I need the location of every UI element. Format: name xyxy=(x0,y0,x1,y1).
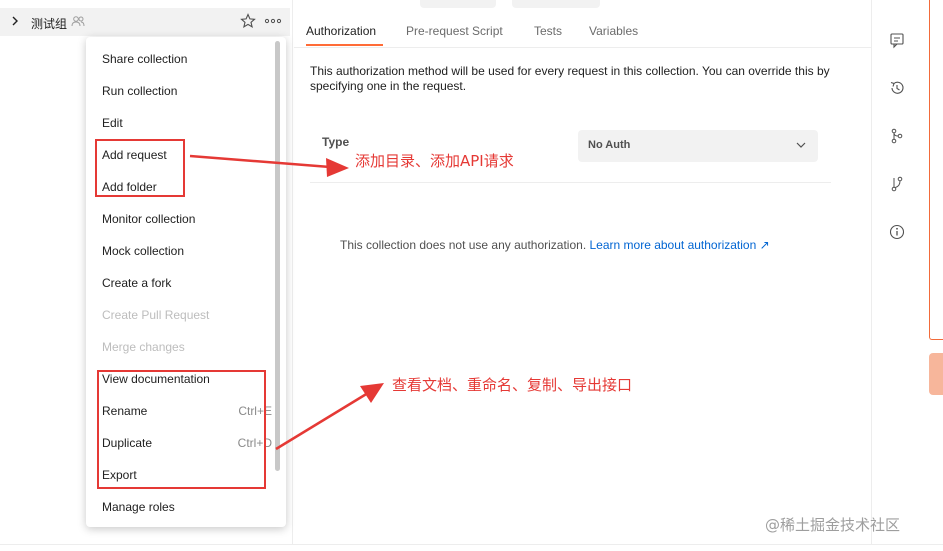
menu-item-mock-collection[interactable]: Mock collection xyxy=(102,241,262,261)
chevron-down-icon xyxy=(796,142,806,148)
menu-item-edit[interactable]: Edit xyxy=(102,113,262,133)
menu-scrollbar[interactable] xyxy=(275,41,280,471)
comment-icon[interactable] xyxy=(888,31,906,49)
no-auth-text: This collection does not use any authori… xyxy=(340,238,587,252)
menu-item-manage-roles[interactable]: Manage roles xyxy=(102,497,262,517)
no-auth-message: This collection does not use any authori… xyxy=(340,238,770,252)
arrow-head-add xyxy=(326,158,349,177)
auth-type-select[interactable]: No Auth xyxy=(578,130,818,162)
menu-item-create-pull-request: Create Pull Request xyxy=(102,308,210,322)
more-horizontal-icon[interactable] xyxy=(264,13,282,29)
menu-item-monitor-collection[interactable]: Monitor collection xyxy=(102,209,262,229)
chevron-right-icon[interactable] xyxy=(9,14,21,28)
annotation-add: 添加目录、添加API请求 xyxy=(355,152,514,170)
highlight-box-add xyxy=(95,139,185,197)
menu-item-merge-changes: Merge changes xyxy=(102,340,185,354)
type-divider xyxy=(310,182,831,183)
right-sidebar xyxy=(871,0,943,551)
annotation-docs: 查看文档、重命名、复制、导出接口 xyxy=(392,376,633,394)
menu-item-run-collection[interactable]: Run collection xyxy=(102,81,262,101)
star-icon[interactable] xyxy=(240,13,256,29)
highlight-box-docs xyxy=(97,370,266,489)
type-label: Type xyxy=(322,135,350,149)
collection-name: 测试组 xyxy=(31,17,68,31)
bottom-status-bar xyxy=(0,544,943,551)
auth-description: This authorization method will be used f… xyxy=(310,64,830,93)
pull-request-icon[interactable] xyxy=(888,175,906,193)
collection-row[interactable]: 测试组 xyxy=(0,8,290,36)
auth-type-value: No Auth xyxy=(588,139,631,151)
tab-variables[interactable]: Variables xyxy=(589,24,638,38)
learn-more-link[interactable]: Learn more about authorization ↗ xyxy=(590,238,770,252)
tab-authorization[interactable]: Authorization xyxy=(306,24,376,38)
menu-item-create-fork[interactable]: Create a fork xyxy=(102,273,262,293)
arrow-head-docs xyxy=(360,383,384,403)
tabs-divider xyxy=(294,47,871,48)
right-panel-edge xyxy=(929,0,943,340)
people-icon xyxy=(71,16,85,27)
watermark: @稀土掘金技术社区 xyxy=(765,516,901,534)
menu-item-share-collection[interactable]: Share collection xyxy=(102,49,262,69)
tab-pre-request-script[interactable]: Pre-request Script xyxy=(406,24,503,38)
history-icon[interactable] xyxy=(888,79,906,97)
right-panel-button[interactable] xyxy=(929,353,943,395)
tab-strip-ghost xyxy=(420,0,496,8)
info-icon[interactable] xyxy=(888,223,906,241)
fork-icon[interactable] xyxy=(888,127,906,145)
active-tab-indicator xyxy=(306,44,383,46)
tab-strip-ghost xyxy=(512,0,600,8)
tab-tests[interactable]: Tests xyxy=(534,24,562,38)
